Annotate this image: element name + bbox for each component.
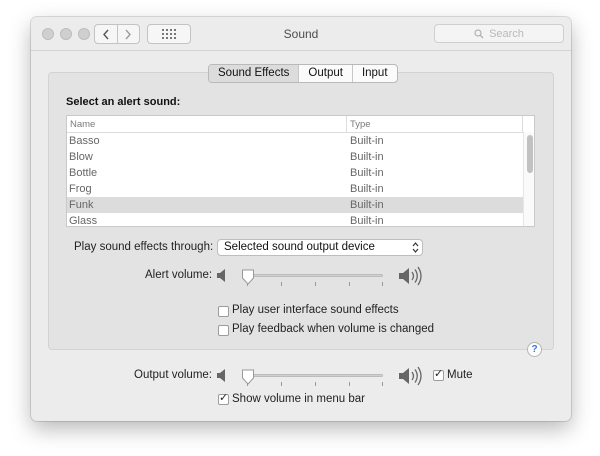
slider-tick xyxy=(281,282,282,286)
slider-track xyxy=(242,374,383,377)
checkmark-icon: ✓ xyxy=(219,392,229,404)
checkmark-icon: ✓ xyxy=(434,368,444,380)
volume-feedback-checkbox[interactable] xyxy=(218,325,229,336)
alert-volume-slider[interactable] xyxy=(242,269,387,287)
sound-name: Frog xyxy=(69,183,92,195)
column-divider xyxy=(522,116,523,132)
slider-tick xyxy=(382,282,383,286)
slider-tick xyxy=(349,282,350,286)
show-volume-menu-bar-checkbox[interactable]: ✓ xyxy=(218,392,229,405)
slider-tick xyxy=(349,382,350,386)
table-row[interactable]: Blow Built-in xyxy=(67,149,523,165)
chevron-up-down-icon xyxy=(412,242,419,253)
column-header-name[interactable]: Name xyxy=(70,119,95,130)
show-volume-menu-bar-label: Show volume in menu bar xyxy=(232,393,365,405)
speaker-low-icon xyxy=(217,269,225,282)
output-volume-label: Output volume: xyxy=(134,369,212,381)
table-row[interactable]: Glass Built-in xyxy=(67,213,523,227)
tab-sound-effects[interactable]: Sound Effects xyxy=(209,65,299,82)
table-row[interactable]: Frog Built-in xyxy=(67,181,523,197)
table-header: Name Type xyxy=(67,116,523,133)
alert-sound-heading: Select an alert sound: xyxy=(66,96,181,108)
volume-feedback-label: Play feedback when volume is changed xyxy=(232,323,435,335)
speaker-low-icon xyxy=(217,369,225,382)
sound-type: Built-in xyxy=(350,135,384,147)
help-button[interactable]: ? xyxy=(527,342,542,357)
table-row[interactable]: Basso Built-in xyxy=(67,133,523,149)
sound-type: Built-in xyxy=(350,215,384,227)
ui-sounds-checkbox[interactable] xyxy=(218,306,229,317)
mute-checkbox[interactable]: ✓ xyxy=(433,368,444,381)
slider-tick xyxy=(382,382,383,386)
title-bar: Sound Search xyxy=(31,17,571,51)
table-row[interactable]: Bottle Built-in xyxy=(67,165,523,181)
alert-volume-label: Alert volume: xyxy=(145,269,213,281)
mute-label: Mute xyxy=(447,369,473,381)
slider-tick xyxy=(315,382,316,386)
table-scrollbar[interactable] xyxy=(523,132,534,226)
tab-output[interactable]: Output xyxy=(298,65,352,82)
slider-tick xyxy=(315,282,316,286)
slider-knob[interactable] xyxy=(241,369,255,385)
output-volume-slider[interactable] xyxy=(242,369,387,387)
tab-input[interactable]: Input xyxy=(351,65,397,82)
slider-knob[interactable] xyxy=(241,269,255,285)
column-divider xyxy=(346,116,347,132)
output-device-value: Selected sound output device xyxy=(224,241,375,253)
sound-name: Funk xyxy=(69,199,94,211)
sound-name: Basso xyxy=(69,135,100,147)
sound-type: Built-in xyxy=(350,167,384,179)
scrollbar-thumb[interactable] xyxy=(527,135,533,173)
sound-type: Built-in xyxy=(350,183,384,195)
table-row-selected[interactable]: Funk Built-in xyxy=(67,197,523,213)
search-field[interactable]: Search xyxy=(434,24,564,43)
sound-name: Blow xyxy=(69,151,93,163)
search-placeholder: Search xyxy=(489,27,524,40)
sound-preferences-window: Sound Search Sound Effects Output Input … xyxy=(31,17,571,421)
ui-sounds-label: Play user interface sound effects xyxy=(232,304,399,316)
sound-type: Built-in xyxy=(350,199,384,211)
search-icon xyxy=(474,28,484,38)
sound-type: Built-in xyxy=(350,151,384,163)
slider-track xyxy=(242,274,383,277)
sound-name: Bottle xyxy=(69,167,98,179)
column-header-type[interactable]: Type xyxy=(350,119,371,130)
alert-sound-table: Name Type Basso Built-in Blow Built-in B… xyxy=(66,115,535,227)
speaker-high-icon xyxy=(399,366,422,386)
output-device-select[interactable]: Selected sound output device xyxy=(217,239,423,256)
sound-name: Glass xyxy=(69,215,98,227)
play-through-label: Play sound effects through: xyxy=(74,241,214,253)
speaker-high-icon xyxy=(399,266,422,286)
slider-tick xyxy=(281,382,282,386)
tab-bar: Sound Effects Output Input xyxy=(208,64,398,83)
